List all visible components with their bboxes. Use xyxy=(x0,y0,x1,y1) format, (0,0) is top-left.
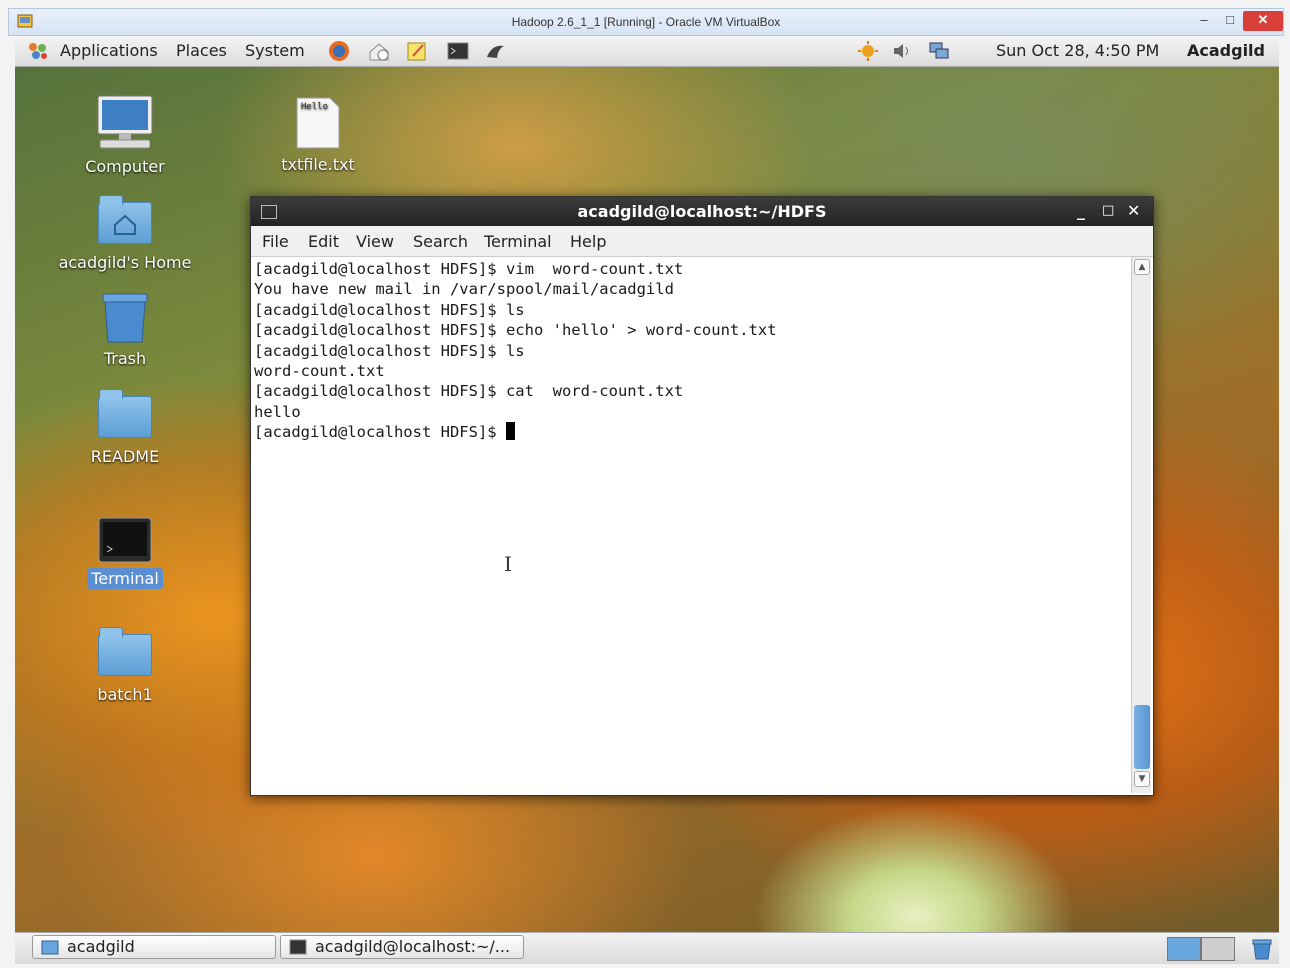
taskbar-item-label: acadgild xyxy=(67,937,135,956)
text-file-icon: Hello xyxy=(296,97,340,149)
maximize-icon[interactable]: □ xyxy=(1102,203,1114,218)
taskbar-item-terminal[interactable]: acadgild@localhost:~/... xyxy=(280,935,524,959)
vbox-window-title: Hadoop 2.6_1_1 [Running] - Oracle VM Vir… xyxy=(511,15,781,29)
menu-edit[interactable]: Edit xyxy=(308,232,339,251)
workspace-1[interactable] xyxy=(1167,937,1201,961)
menu-applications[interactable]: Applications xyxy=(60,41,158,60)
desktop-icon-home[interactable]: acadgild's Home xyxy=(50,195,200,273)
taskbar-item-home[interactable]: acadgild xyxy=(32,935,276,959)
folder-icon xyxy=(98,389,152,438)
terminal-line: [acadgild@localhost HDFS]$ vim word-coun… xyxy=(254,260,684,278)
terminal-title: acadgild@localhost:~/HDFS xyxy=(577,202,827,221)
terminal-line: [acadgild@localhost HDFS]$ echo 'hello' … xyxy=(254,321,777,340)
mail-icon[interactable] xyxy=(367,40,391,62)
vbox-minimize-button[interactable]: – xyxy=(1191,11,1217,31)
scroll-up-arrow-icon[interactable]: ▲ xyxy=(1134,259,1150,275)
terminal-icon xyxy=(98,517,152,563)
vbox-close-button[interactable]: ✕ xyxy=(1243,11,1283,31)
desktop-icon-label: txtfile.txt xyxy=(281,155,355,174)
vbox-maximize-button[interactable]: □ xyxy=(1217,11,1243,31)
desktop-icon-trash[interactable]: Trash xyxy=(50,292,200,369)
scroll-thumb[interactable] xyxy=(1134,705,1150,769)
menu-system[interactable]: System xyxy=(245,41,305,60)
desktop-icon-label: README xyxy=(90,447,160,466)
menu-places[interactable]: Places xyxy=(176,41,227,60)
panel-clock[interactable]: Sun Oct 28, 4:50 PM xyxy=(996,41,1159,60)
menu-file[interactable]: File xyxy=(262,232,289,251)
terminal-line: [acadgild@localhost HDFS]$ ls xyxy=(254,341,525,360)
terminal-scrollbar[interactable]: ▲ ▼ xyxy=(1131,257,1151,793)
home-folder-icon xyxy=(41,940,59,955)
menu-search[interactable]: Search xyxy=(413,232,468,251)
applications-menu-icon xyxy=(29,43,47,59)
terminal-launcher-icon[interactable] xyxy=(446,40,470,62)
terminal-window: acadgild@localhost:~/HDFS _ □ ✕ File Edi… xyxy=(250,196,1154,796)
scroll-down-arrow-icon[interactable]: ▼ xyxy=(1134,771,1150,787)
desktop-icon-txtfile[interactable]: Hello txtfile.txt xyxy=(243,96,393,175)
ibeam-cursor-icon: I xyxy=(504,552,512,576)
volume-icon[interactable] xyxy=(890,40,914,62)
home-folder-icon xyxy=(98,195,152,244)
close-icon[interactable]: ✕ xyxy=(1127,201,1140,220)
update-icon[interactable] xyxy=(856,40,880,62)
workspace-2[interactable] xyxy=(1201,937,1235,961)
desktop-icon-computer[interactable]: Computer xyxy=(50,94,200,177)
computer-icon xyxy=(97,95,153,149)
guest-desktop: Applications Places System Sun Oct 28, 4… xyxy=(15,36,1279,964)
panel-user[interactable]: Acadgild xyxy=(1187,41,1265,60)
firefox-icon[interactable] xyxy=(327,40,351,62)
minimize-icon[interactable]: _ xyxy=(1077,201,1085,220)
vbox-titlebar: Hadoop 2.6_1_1 [Running] - Oracle VM Vir… xyxy=(8,8,1284,36)
trash-icon xyxy=(102,293,148,343)
taskbar-item-label: acadgild@localhost:~/... xyxy=(315,937,511,956)
desktop-icon-label: Terminal xyxy=(87,568,163,589)
folder-icon xyxy=(98,627,152,676)
bottom-panel: acadgild acadgild@localhost:~/... xyxy=(15,932,1279,964)
network-icon[interactable] xyxy=(927,40,951,62)
notes-icon[interactable] xyxy=(405,40,429,62)
desktop-icon-label: acadgild's Home xyxy=(58,253,192,272)
terminal-icon xyxy=(289,939,307,955)
trash-applet-icon[interactable] xyxy=(1250,937,1274,961)
terminal-prompt: [acadgild@localhost HDFS]$ xyxy=(254,423,506,442)
terminal-line: word-count.txt xyxy=(254,362,385,381)
terminal-output[interactable]: [acadgild@localhost HDFS]$ vim word-coun… xyxy=(251,257,1131,793)
terminal-prompt-line: [acadgild@localhost HDFS]$ xyxy=(254,422,1131,442)
desktop-icon-batch1[interactable]: batch1 xyxy=(50,626,200,705)
svg-text:Hello: Hello xyxy=(301,102,328,112)
terminal-line: [acadgild@localhost HDFS]$ ls xyxy=(254,300,525,319)
desktop-icon-label: Computer xyxy=(85,157,165,176)
desktop-icon-label: Trash xyxy=(103,349,147,368)
terminal-line: You have new mail in /var/spool/mail/aca… xyxy=(254,280,674,299)
menu-help[interactable]: Help xyxy=(570,232,606,251)
text-cursor xyxy=(505,422,515,441)
terminal-line: [acadgild@localhost HDFS]$ cat word-coun… xyxy=(254,382,684,401)
menu-terminal[interactable]: Terminal xyxy=(484,232,552,251)
terminal-titlebar[interactable]: acadgild@localhost:~/HDFS _ □ ✕ xyxy=(251,197,1153,226)
terminal-line: hello xyxy=(254,402,301,421)
top-panel: Applications Places System Sun Oct 28, 4… xyxy=(15,36,1279,67)
menu-view[interactable]: View xyxy=(356,232,394,251)
desktop-icon-terminal[interactable]: Terminal xyxy=(50,516,200,589)
desktop-icon-readme[interactable]: README xyxy=(50,388,200,467)
terminal-menubar: File Edit View Search Terminal Help xyxy=(251,226,1153,257)
dolphin-icon[interactable] xyxy=(484,40,508,62)
desktop-icon-label: batch1 xyxy=(97,685,153,704)
